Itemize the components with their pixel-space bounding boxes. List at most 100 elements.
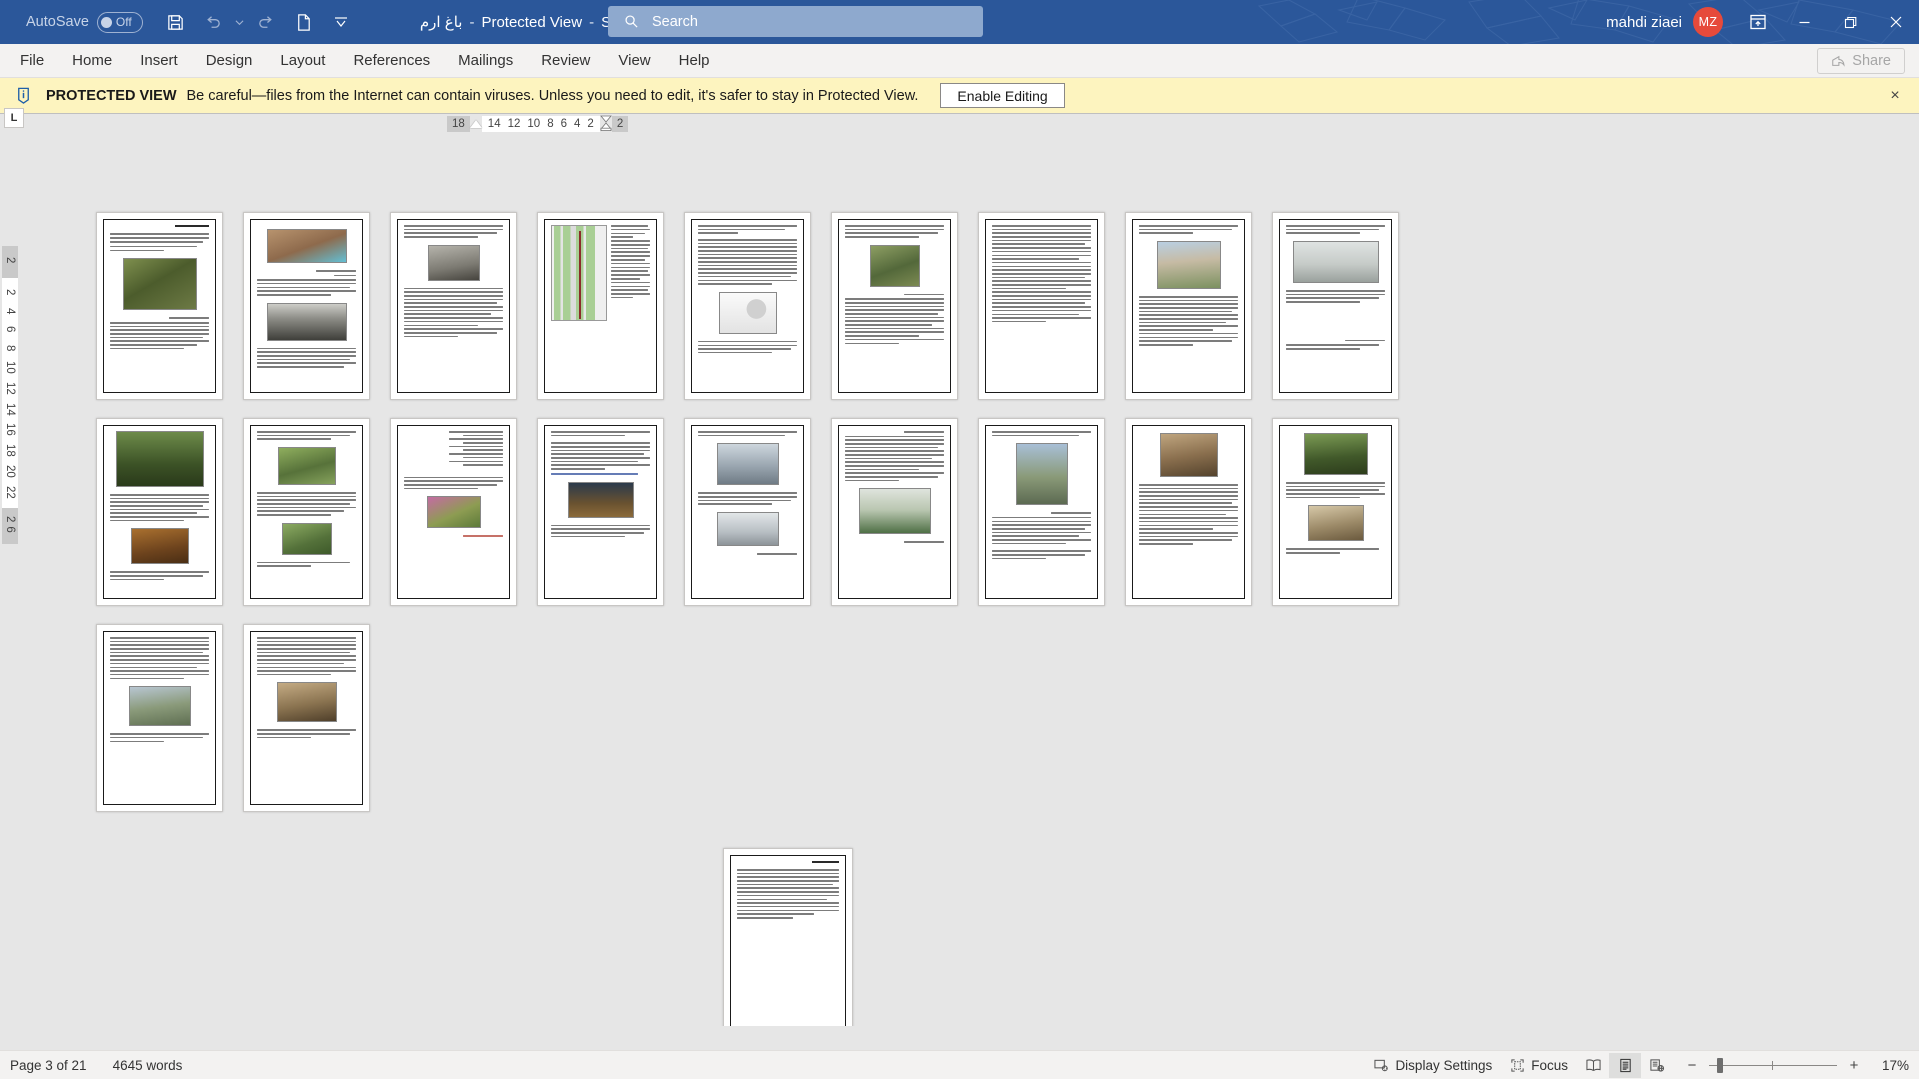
page-thumbnail[interactable]	[390, 418, 517, 606]
horizontal-ruler-track[interactable]: 18 14 12 10 8 6 4 2 2	[447, 115, 629, 134]
ribbon-display-options-icon[interactable]	[1735, 0, 1781, 44]
focus-label: Focus	[1531, 1057, 1568, 1073]
zoom-slider[interactable]	[1709, 1057, 1837, 1073]
page-thumbnail[interactable]	[390, 212, 517, 400]
page-thumbnail[interactable]	[684, 418, 811, 606]
zoom-in-button[interactable]: +	[1847, 1057, 1861, 1074]
tab-mailings[interactable]: Mailings	[444, 44, 527, 78]
document-canvas[interactable]: 2 2 4 6 8 10 12 14 16 18 20 22 26	[0, 134, 1919, 1026]
display-settings-icon	[1374, 1059, 1389, 1071]
tab-layout[interactable]: Layout	[266, 44, 339, 78]
page-image	[1156, 240, 1221, 289]
page-thumbnail[interactable]	[1125, 418, 1252, 606]
page-thumbnail[interactable]	[96, 624, 223, 812]
close-button[interactable]	[1873, 0, 1919, 44]
page-image	[1292, 240, 1379, 283]
page-image	[716, 511, 779, 546]
page-image	[1159, 433, 1218, 477]
page-image	[266, 302, 347, 341]
page-image	[115, 431, 204, 487]
account-area[interactable]: mahdi ziaei MZ	[1606, 7, 1723, 37]
search-input[interactable]: Search	[652, 14, 698, 30]
protected-view-bar: PROTECTED VIEW Be careful—files from the…	[0, 78, 1919, 114]
page-image	[1015, 443, 1068, 506]
hanging-indent-marker[interactable]	[599, 115, 612, 134]
page-thumbnail-grid[interactable]	[0, 134, 1480, 1026]
tab-file[interactable]: File	[6, 44, 58, 78]
zoom-level-label[interactable]: 17%	[1871, 1058, 1909, 1073]
title-separator-1: -	[469, 13, 475, 31]
focus-button[interactable]: Focus	[1501, 1053, 1577, 1078]
display-settings-button[interactable]: Display Settings	[1365, 1053, 1501, 1078]
page-thumbnail[interactable]	[831, 212, 958, 400]
display-settings-label: Display Settings	[1395, 1057, 1493, 1073]
page-image	[869, 244, 920, 287]
page-thumbnail[interactable]	[684, 212, 811, 400]
page-thumbnail[interactable]	[537, 418, 664, 606]
page-thumbnail[interactable]	[1272, 418, 1399, 606]
account-name: mahdi ziaei	[1606, 13, 1682, 31]
ruler-tick-8: 8	[547, 118, 554, 130]
document-name: باغ ارم	[419, 14, 463, 31]
tab-references[interactable]: References	[339, 44, 444, 78]
zoom-slider-thumb[interactable]	[1717, 1057, 1723, 1073]
title-separator-2: -	[589, 13, 595, 31]
zoom-control[interactable]: − + 17%	[1685, 1057, 1909, 1074]
close-icon[interactable]: ×	[1885, 86, 1905, 106]
restore-button[interactable]	[1827, 0, 1873, 44]
autosave-control[interactable]: AutoSave Off	[26, 11, 143, 33]
print-layout-button[interactable]	[1609, 1052, 1641, 1078]
ruler-tick-6: 6	[560, 118, 567, 130]
page-image	[426, 496, 481, 529]
page-thumbnail[interactable]	[243, 624, 370, 812]
read-mode-button[interactable]	[1577, 1053, 1609, 1078]
page-thumbnail[interactable]	[723, 848, 853, 1026]
horizontal-ruler[interactable]: L 18 14 12 10 8 6 4 2 2	[0, 108, 1919, 134]
search-box[interactable]: Search	[608, 6, 983, 37]
status-bar: Page 3 of 21 4645 words Display Settings…	[0, 1050, 1919, 1079]
page-thumbnail[interactable]	[831, 418, 958, 606]
autosave-label: AutoSave	[26, 14, 89, 30]
page-thumbnail[interactable]	[243, 212, 370, 400]
save-icon[interactable]	[159, 6, 193, 38]
share-button[interactable]: Share	[1817, 48, 1905, 74]
zoom-slider-midpoint	[1772, 1060, 1773, 1070]
undo-dropdown-icon[interactable]	[233, 6, 247, 38]
page-thumbnail[interactable]	[96, 418, 223, 606]
redo-icon[interactable]	[250, 6, 284, 38]
undo-icon[interactable]	[196, 6, 230, 38]
tab-help[interactable]: Help	[665, 44, 724, 78]
page-thumbnail[interactable]	[978, 212, 1105, 400]
page-thumbnail[interactable]	[243, 418, 370, 606]
page-thumbnail[interactable]	[978, 418, 1105, 606]
first-line-indent-marker[interactable]	[469, 120, 482, 128]
word-count[interactable]: 4645 words	[113, 1058, 183, 1073]
status-bar-right: Display Settings Focus − + 17%	[1365, 1052, 1909, 1078]
focus-icon	[1511, 1058, 1524, 1072]
tab-home[interactable]: Home	[58, 44, 126, 78]
tab-view[interactable]: View	[604, 44, 664, 78]
protected-view-title: PROTECTED VIEW	[46, 87, 177, 104]
tab-insert[interactable]: Insert	[126, 44, 192, 78]
web-layout-button[interactable]	[1641, 1053, 1673, 1078]
zoom-out-button[interactable]: −	[1685, 1057, 1699, 1074]
page-thumbnail[interactable]	[1125, 212, 1252, 400]
tab-design[interactable]: Design	[192, 44, 267, 78]
page-indicator[interactable]: Page 3 of 21	[10, 1058, 87, 1073]
avatar[interactable]: MZ	[1693, 7, 1723, 37]
tab-selector-button[interactable]: L	[4, 108, 24, 128]
protected-view-message: Be careful—files from the Internet can c…	[186, 87, 919, 104]
page-thumbnail[interactable]	[537, 212, 664, 400]
page-image	[122, 258, 197, 311]
tab-review[interactable]: Review	[527, 44, 604, 78]
page-thumbnail[interactable]	[96, 212, 223, 400]
page-thumbnail[interactable]	[1272, 212, 1399, 400]
new-document-icon[interactable]	[287, 6, 321, 38]
customize-quick-access-toolbar-icon[interactable]	[324, 6, 358, 38]
page-image	[277, 446, 336, 485]
enable-editing-button[interactable]: Enable Editing	[940, 83, 1065, 108]
ruler-tick-2: 2	[587, 118, 594, 130]
minimize-button[interactable]	[1781, 0, 1827, 44]
autosave-toggle[interactable]: Off	[96, 11, 143, 33]
ruler-measure-area[interactable]: 14 12 10 8 6 4 2	[481, 116, 600, 132]
